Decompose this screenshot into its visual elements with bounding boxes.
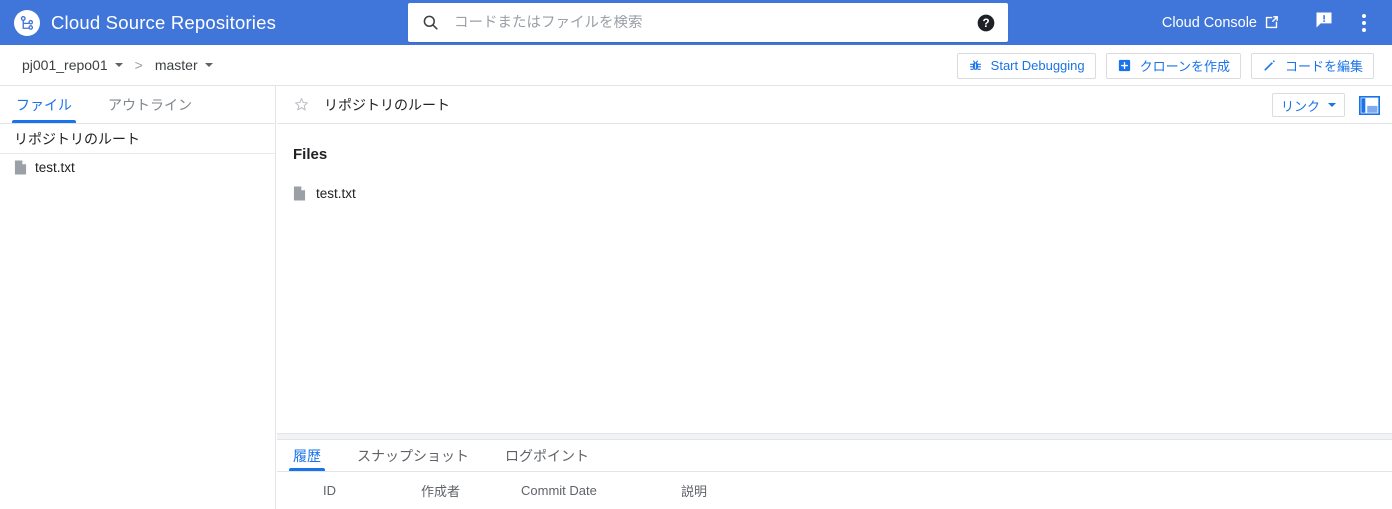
main-panel-header: リポジトリのルート リンク [277, 86, 1392, 124]
chevron-down-icon [1328, 103, 1336, 107]
feedback-button[interactable] [1304, 3, 1344, 43]
tab-logpoints[interactable]: ログポイント [503, 440, 591, 471]
file-list-item-label: test.txt [316, 185, 356, 201]
sidebar-file-item[interactable]: test.txt [0, 154, 275, 180]
source-repo-logo-icon [14, 9, 40, 36]
sidebar-tab-outline-label: アウトライン [108, 96, 192, 113]
file-icon [293, 186, 306, 201]
app-bar: Cloud Source Repositories ? Cloud Consol… [0, 0, 1392, 45]
bottom-panel-tabs: 履歴 スナップショット ログポイント [277, 440, 1392, 472]
bug-icon [968, 58, 983, 73]
breadcrumb-separator: > [134, 57, 143, 73]
search-icon [421, 13, 440, 32]
breadcrumb-actions: Start Debugging クローンを作成 コードを編集 [956, 45, 1374, 86]
search-input[interactable] [440, 14, 976, 31]
more-vert-icon [1362, 13, 1366, 32]
overflow-menu-button[interactable] [1344, 3, 1384, 43]
start-debugging-label: Start Debugging [990, 58, 1085, 73]
app-bar-actions: Cloud Console [1162, 0, 1392, 45]
chevron-down-icon [114, 63, 123, 67]
sidebar-tab-files[interactable]: ファイル [12, 86, 76, 123]
sidebar-tab-files-label: ファイル [16, 96, 72, 113]
pencil-icon [1262, 58, 1277, 73]
tab-logpoints-label: ログポイント [505, 447, 589, 464]
file-icon [14, 160, 27, 175]
search-bar[interactable]: ? [408, 3, 1008, 42]
app-title: Cloud Source Repositories [51, 11, 277, 33]
history-table-header: ID 作成者 Commit Date 説明 [277, 472, 1392, 508]
sidebar-tabs: ファイル アウトライン [0, 86, 275, 124]
edit-code-label: コードを編集 [1284, 59, 1363, 74]
sidebar-tree-root[interactable]: リポジトリのルート [0, 124, 275, 154]
feedback-icon [1314, 10, 1334, 35]
create-clone-label: クローンを作成 [1139, 59, 1230, 74]
start-debugging-button[interactable]: Start Debugging [956, 52, 1096, 79]
tab-history-label: 履歴 [293, 447, 321, 464]
chevron-down-icon [204, 63, 213, 67]
star-outline-icon[interactable] [293, 96, 310, 113]
column-header-commit-date: Commit Date [521, 482, 597, 498]
tab-history[interactable]: 履歴 [289, 440, 325, 471]
svg-text:?: ? [982, 17, 989, 30]
file-list-item[interactable]: test.txt [277, 181, 1392, 205]
add-box-icon [1117, 58, 1132, 73]
brand[interactable]: Cloud Source Repositories [14, 9, 277, 36]
help-circle-icon[interactable]: ? [976, 13, 996, 33]
panel-splitter[interactable] [277, 433, 1392, 440]
tab-snapshots-label: スナップショット [357, 447, 469, 464]
breadcrumb-repo-label: pj001_repo01 [22, 57, 108, 73]
main-panel: リポジトリのルート リンク Files test.txt [277, 86, 1392, 433]
breadcrumb-bar: pj001_repo01 > master Start Debugging クロ… [0, 45, 1392, 86]
sidebar-file-label: test.txt [35, 159, 75, 175]
breadcrumb-branch-label: master [154, 57, 198, 73]
files-heading: Files [293, 146, 328, 163]
breadcrumb-repo[interactable]: pj001_repo01 [22, 57, 123, 73]
column-header-author: 作成者 [421, 483, 461, 499]
external-link-icon [1263, 14, 1280, 31]
edit-code-button[interactable]: コードを編集 [1250, 52, 1374, 79]
sidebar-tree-root-label: リポジトリのルート [14, 130, 140, 147]
create-clone-button[interactable]: クローンを作成 [1105, 52, 1241, 79]
link-dropdown-button[interactable]: リンク [1271, 93, 1345, 117]
split-panel-icon[interactable] [1359, 95, 1380, 115]
sidebar: ファイル アウトライン リポジトリのルート test.txt [0, 86, 276, 509]
column-header-id: ID [323, 482, 336, 498]
breadcrumb-branch[interactable]: master [155, 57, 213, 73]
main-path-label: リポジトリのルート [324, 96, 450, 113]
files-list: test.txt [277, 181, 1392, 205]
main-panel-header-actions: リンク [1271, 86, 1380, 124]
tab-snapshots[interactable]: スナップショット [355, 440, 471, 471]
column-header-description: 説明 [681, 483, 708, 499]
link-dropdown-label: リンク [1280, 98, 1320, 114]
cloud-console-link[interactable]: Cloud Console [1162, 14, 1280, 31]
sidebar-tab-outline[interactable]: アウトライン [106, 86, 194, 123]
bottom-panel: 履歴 スナップショット ログポイント ID 作成者 Commit Date 説明 [277, 440, 1392, 509]
cloud-console-label: Cloud Console [1161, 14, 1257, 31]
